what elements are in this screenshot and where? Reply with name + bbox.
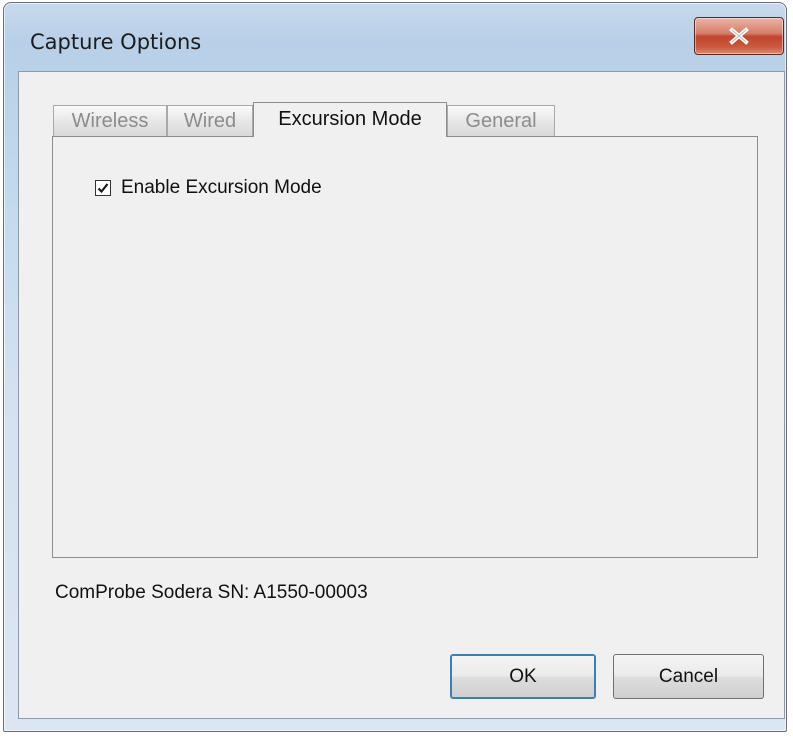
serial-number-text: ComProbe Sodera SN: A1550-00003 xyxy=(55,582,368,603)
enable-excursion-mode-checkbox[interactable] xyxy=(95,180,111,196)
enable-excursion-mode-option[interactable]: Enable Excursion Mode xyxy=(95,177,322,199)
window-title: Capture Options xyxy=(30,30,202,54)
cancel-button[interactable]: Cancel xyxy=(613,654,764,699)
checkmark-icon xyxy=(97,183,109,194)
enable-excursion-mode-label: Enable Excursion Mode xyxy=(121,177,322,198)
tab-wireless[interactable]: Wireless xyxy=(53,105,167,136)
tab-panel-excursion-mode: Enable Excursion Mode xyxy=(52,136,758,558)
tab-general[interactable]: General xyxy=(447,105,555,136)
dialog-client-area: Wireless Wired Excursion Mode General En… xyxy=(18,71,785,719)
tab-wired[interactable]: Wired xyxy=(167,105,253,136)
close-icon xyxy=(728,27,750,45)
close-button[interactable] xyxy=(694,17,784,55)
ok-button[interactable]: OK xyxy=(450,654,596,699)
tab-excursion-mode[interactable]: Excursion Mode xyxy=(253,102,447,137)
dialog-window: Capture Options Wireless Wired Excursion… xyxy=(3,2,787,732)
